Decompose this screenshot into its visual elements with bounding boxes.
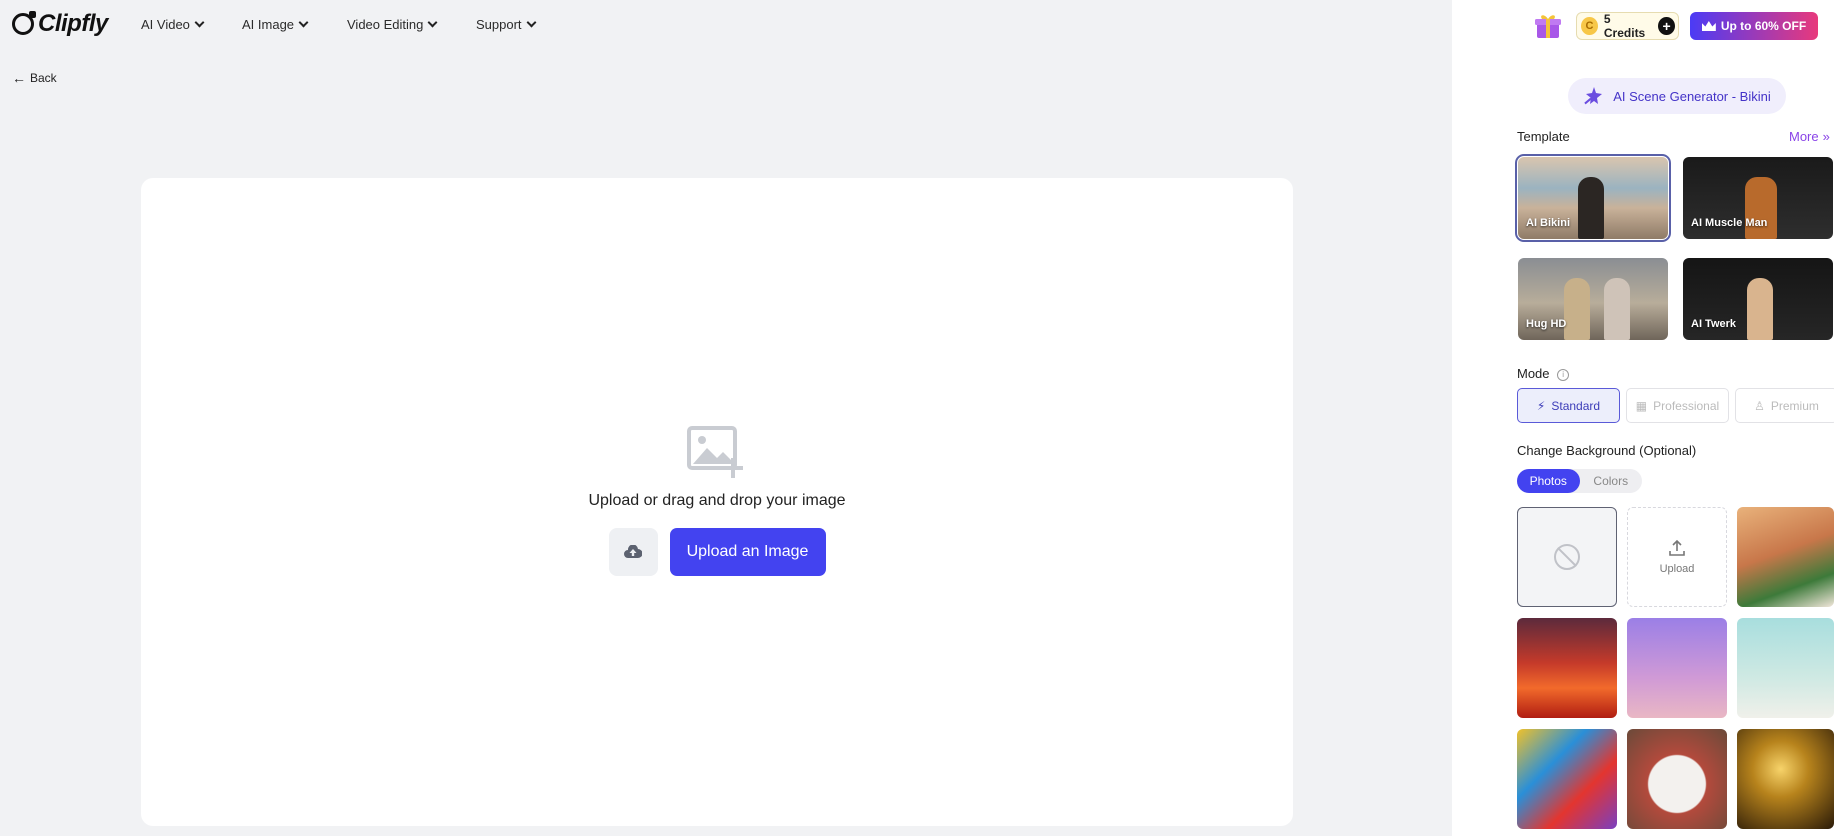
template-label: AI Muscle Man [1691, 217, 1768, 229]
background-blossom-option[interactable] [1737, 618, 1834, 718]
template-figure [1564, 278, 1590, 340]
upload-tile-label: Upload [1659, 563, 1695, 575]
scene-label: AI Scene Generator - Bikini [1613, 88, 1771, 104]
template-label: AI Twerk [1691, 318, 1737, 330]
background-heading: Change Background (Optional) [1517, 443, 1697, 458]
cloud-upload-button[interactable] [608, 528, 658, 576]
tab-colors[interactable]: Colors [1580, 469, 1643, 493]
credits-label: 5 Credits [1603, 12, 1646, 40]
promo-button[interactable]: Up to 60% OFF [1690, 12, 1818, 40]
nav-item-label: Support [476, 17, 522, 32]
ban-icon [1554, 544, 1580, 570]
cloud-upload-icon [624, 545, 642, 558]
nav-item-label: Video Editing [347, 17, 424, 32]
template-ai-bikini[interactable]: AI Bikini [1515, 154, 1671, 242]
film-icon: ▦ [1635, 398, 1648, 413]
right-panel: C 5 Credits + Up to 60% OFF AI Scene Gen… [1452, 0, 1834, 836]
mode-heading: Mode i [1517, 366, 1570, 381]
template-figure [1578, 177, 1604, 239]
more-templates-link[interactable]: More » [1789, 129, 1830, 144]
template-figure [1747, 278, 1773, 340]
info-icon[interactable]: i [1557, 368, 1570, 381]
background-none-option[interactable] [1517, 507, 1617, 607]
template-label: Hug HD [1526, 318, 1567, 330]
nav-item-label: AI Video [141, 17, 190, 32]
back-label: Back [30, 71, 57, 85]
logo-icon [12, 11, 36, 35]
mode-standard-button[interactable]: ⚡ Standard [1517, 388, 1620, 423]
upload-dropzone[interactable]: Upload or drag and drop your image Uploa… [141, 426, 1293, 576]
background-roses-option[interactable] [1627, 729, 1727, 829]
gift-icon[interactable] [1534, 12, 1562, 40]
add-credits-icon[interactable]: + [1658, 17, 1675, 35]
scene-generator-pill[interactable]: AI Scene Generator - Bikini [1568, 78, 1786, 114]
nav-item-label: AI Image [242, 17, 295, 32]
credits-badge[interactable]: C 5 Credits + [1576, 12, 1679, 40]
more-label: More [1789, 129, 1819, 144]
image-add-icon [687, 426, 743, 478]
chevron-down-icon [194, 17, 205, 28]
arrow-left-icon: ← [12, 70, 26, 86]
back-link[interactable]: ← Back [12, 71, 57, 85]
mode-label: Premium [1770, 398, 1819, 413]
nav-item-video-editing[interactable]: Video Editing [347, 17, 438, 32]
coin-icon: C [1581, 17, 1598, 35]
crown-icon [1701, 21, 1716, 31]
double-chevron-right-icon: » [1822, 129, 1830, 144]
chevron-down-icon [427, 17, 438, 28]
template-figure [1745, 177, 1777, 239]
template-heading: Template [1517, 129, 1570, 144]
tab-photos[interactable]: Photos [1517, 469, 1580, 493]
upload-icon [1669, 539, 1685, 556]
template-label: AI Bikini [1526, 217, 1571, 229]
template-hug-hd[interactable]: Hug HD [1518, 258, 1668, 340]
bolt-icon: ⚡ [1536, 398, 1546, 413]
background-sunset-option[interactable] [1517, 618, 1617, 718]
logo-text: Clipfly [38, 10, 108, 37]
bell-icon: ♙ [1754, 398, 1765, 413]
template-ai-twerk[interactable]: AI Twerk [1683, 258, 1833, 340]
background-upload-option[interactable]: Upload [1627, 507, 1727, 607]
nav-item-ai-image[interactable]: AI Image [242, 17, 309, 32]
template-figure [1604, 278, 1630, 340]
upload-prompt: Upload or drag and drop your image [588, 492, 846, 509]
background-christmas-option[interactable] [1737, 507, 1834, 607]
mode-professional-button[interactable]: ▦ Professional [1626, 388, 1729, 423]
background-fireworks-option[interactable] [1737, 729, 1834, 829]
chevron-down-icon [526, 17, 536, 28]
upload-actions: Upload an Image [608, 528, 826, 576]
background-palm-option[interactable] [1627, 618, 1727, 718]
upload-image-button[interactable]: Upload an Image [669, 528, 826, 576]
mode-label: Mode [1517, 366, 1550, 381]
mode-label: Standard [1551, 398, 1601, 413]
nav-item-ai-video[interactable]: AI Video [141, 17, 205, 32]
top-nav: Clipfly AI Video AI Image Video Editing … [0, 0, 1452, 50]
mode-label: Professional [1653, 398, 1720, 413]
chevron-down-icon [298, 17, 309, 28]
nav-item-support[interactable]: Support [476, 17, 536, 32]
clipfly-logo[interactable]: Clipfly [12, 10, 108, 38]
upload-card[interactable]: Upload or drag and drop your image Uploa… [141, 178, 1293, 826]
template-ai-muscle-man[interactable]: AI Muscle Man [1683, 157, 1833, 239]
promo-label: Up to 60% OFF [1720, 19, 1807, 33]
mode-premium-button[interactable]: ♙ Premium [1735, 388, 1834, 423]
background-comic-option[interactable] [1517, 729, 1617, 829]
sparkle-wand-icon [1584, 87, 1603, 105]
background-type-toggle: Photos Colors [1517, 469, 1642, 493]
